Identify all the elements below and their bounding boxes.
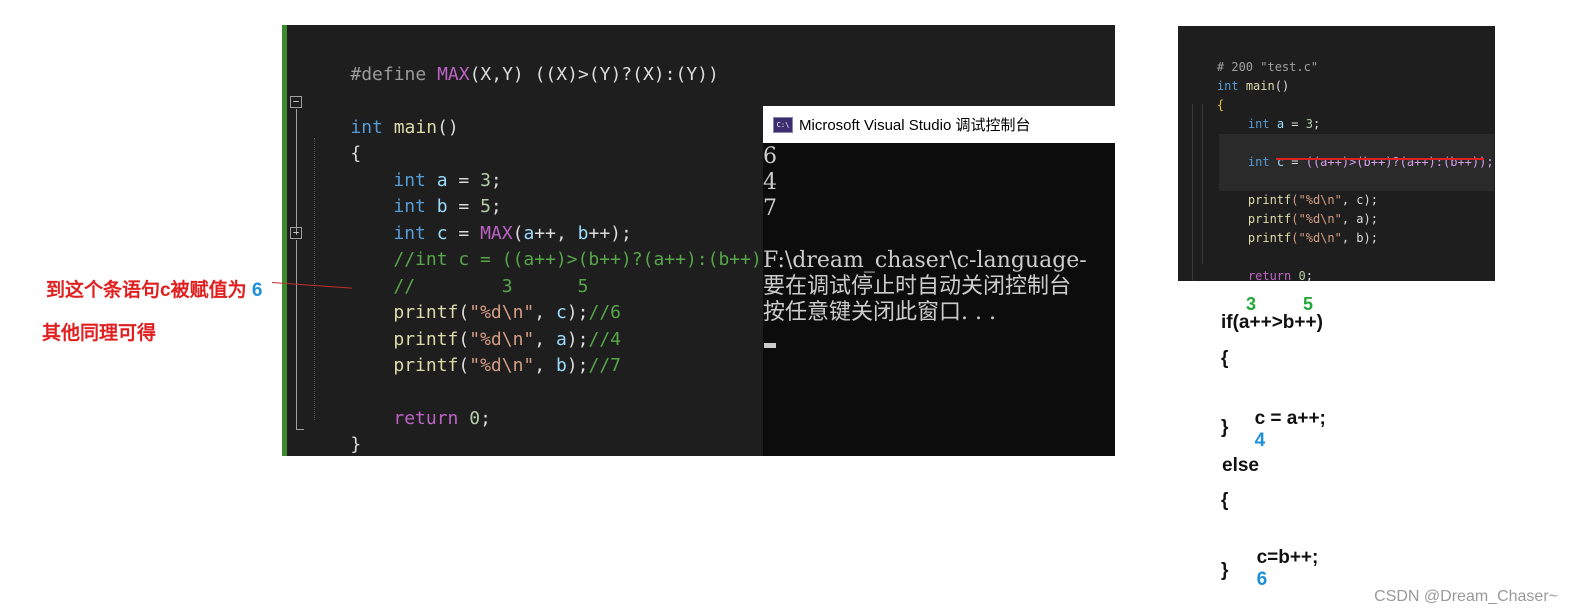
token-punct: , <box>534 355 556 376</box>
token-directive: #define <box>350 64 438 85</box>
token-number: 0 <box>458 408 481 429</box>
token-string: ("%d\n" <box>1291 231 1342 245</box>
token-punct: ; <box>480 408 491 429</box>
preprocessed-code-panel: # 200 "test.c" int main() { int a = 3; i… <box>1178 26 1495 281</box>
explanation-result: 4 <box>1254 430 1266 451</box>
fold-guide-line <box>296 240 297 430</box>
token-brace: } <box>350 434 362 455</box>
token-function: main <box>382 117 438 138</box>
explanation-if: if(a++>b++) <box>1221 312 1323 333</box>
token-keyword: int <box>1247 155 1270 169</box>
highlight-underline <box>1276 158 1484 160</box>
code-line-printf-a[interactable]: printf("%d\n", a);//4 <box>350 301 621 350</box>
code-line-close-brace[interactable]: } <box>307 406 361 455</box>
explanation-code: c = a++; <box>1254 408 1326 429</box>
pre-line-return: return 0; <box>1219 248 1313 281</box>
token-number: 0 <box>1291 269 1306 281</box>
token-function: main <box>1238 79 1275 93</box>
code-line-main[interactable]: int main() <box>307 89 458 138</box>
annotation-text: 到这个条语句c被赋值为 <box>46 280 247 301</box>
console-title: Microsoft Visual Studio 调试控制台 <box>799 117 1031 134</box>
token-comment: //7 <box>588 355 621 376</box>
watermark: CSDN @Dream_Chaser~ <box>1374 588 1558 605</box>
token-keyword: return <box>1247 269 1292 281</box>
token-variable: b <box>555 355 567 376</box>
console-output-line: F:\dream_chaser\c-language- <box>763 248 1087 273</box>
explanation-code: c=b++; <box>1256 547 1319 568</box>
explanation-assign-b: c=b++; 6 <box>1246 525 1319 591</box>
annotation-value: 6 <box>251 280 263 301</box>
annotation-similar-note: 其他同理可得 <box>42 323 157 344</box>
token-punct: ; <box>1305 269 1313 281</box>
code-line-comment-expansion[interactable]: //int c = ((a++)>(b++)?(a++):(b++)); <box>350 221 783 270</box>
code-line-printf-b[interactable]: printf("%d\n", b);//7 <box>350 327 621 376</box>
explanation-brace: } <box>1221 417 1229 438</box>
code-line-define[interactable]: #define MAX(X,Y) ((X)>(Y)?(X):(Y)) <box>307 36 718 85</box>
token-keyword: return <box>393 408 459 429</box>
token-punct: () <box>1274 79 1290 93</box>
explanation-brace: { <box>1221 348 1229 369</box>
console-output-line: 4 <box>763 170 777 195</box>
explanation-assign-a: c = a++; 4 <box>1244 386 1326 452</box>
token-string: "%d\n" <box>469 355 535 376</box>
code-line-decl-a[interactable]: int a = 3; <box>350 142 501 191</box>
token-punct: ( <box>458 355 470 376</box>
explanation-result: 6 <box>1256 569 1268 590</box>
token-punct: () <box>437 117 459 138</box>
console-output-line: 7 <box>763 196 777 221</box>
console-output-line: 要在调试停止时自动关闭控制台 <box>763 274 1072 299</box>
annotation-assignment-note: 到这个条语句c被赋值为 6 <box>46 275 262 302</box>
fold-guide-line <box>296 109 297 235</box>
console-app-icon: C:\ <box>773 116 793 133</box>
code-line-return[interactable]: return 0; <box>350 380 491 429</box>
debug-console-window[interactable]: C:\ Microsoft Visual Studio 调试控制台 6 4 7 … <box>763 106 1115 456</box>
collapse-main-icon[interactable]: − <box>290 96 302 108</box>
code-line-decl-c[interactable]: int c = MAX(a++, b++); <box>350 195 631 244</box>
token-punct: ); <box>566 355 589 376</box>
console-title-bar[interactable]: C:\ Microsoft Visual Studio 调试控制台 <box>763 106 1115 143</box>
editor-change-bar <box>282 25 287 456</box>
token-function: printf <box>393 355 459 376</box>
console-output-line: 按任意键关闭此窗口. . . <box>763 300 996 325</box>
token-punct: , b); <box>1341 231 1378 245</box>
code-line-comment-values[interactable]: // 3 5 <box>350 248 588 297</box>
code-line-decl-b[interactable]: int b = 5; <box>350 168 501 217</box>
code-line-printf-c[interactable]: printf("%d\n", c);//6 <box>350 274 621 323</box>
token-macro: MAX <box>437 64 470 85</box>
collapse-comment-icon[interactable]: − <box>290 227 302 239</box>
console-cursor <box>764 343 776 348</box>
explanation-brace: } <box>1221 560 1229 581</box>
code-line-open-brace[interactable]: { <box>307 115 361 164</box>
explanation-brace: { <box>1221 490 1229 511</box>
pre-line-close-brace: } <box>1188 267 1224 281</box>
explanation-else: else <box>1222 455 1259 476</box>
token-function: printf <box>1247 231 1292 245</box>
token-params: (X,Y) ((X)>(Y)?(X):(Y)) <box>469 64 719 85</box>
fold-guide-end <box>296 429 304 430</box>
console-output-line: 6 <box>763 144 777 169</box>
